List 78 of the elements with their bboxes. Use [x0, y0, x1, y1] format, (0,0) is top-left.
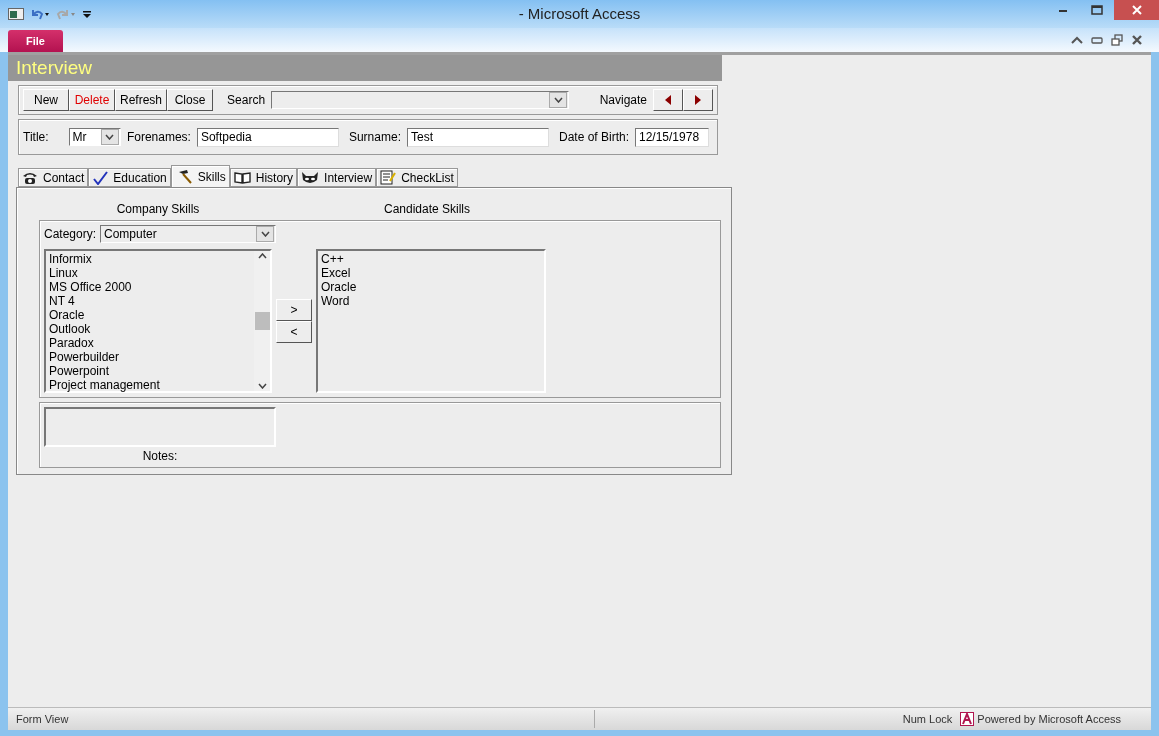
list-item[interactable]: Paradox: [49, 336, 251, 350]
access-logo-icon: [960, 712, 975, 726]
customize-toolbar-icon[interactable]: [82, 8, 92, 20]
text-field[interactable]: Test: [406, 127, 549, 147]
form-tab[interactable]: CheckList: [376, 168, 458, 187]
list-item[interactable]: Outlook: [49, 322, 251, 336]
window-title: - Microsoft Access: [518, 5, 641, 22]
list-item[interactable]: Powerbuilder: [49, 350, 251, 364]
num-lock-status: Num Lock: [901, 713, 954, 725]
next-button[interactable]: [683, 89, 713, 111]
cat-mask-icon: [301, 170, 320, 185]
list-item[interactable]: MS Office 2000: [49, 280, 251, 294]
minimize-icon[interactable]: [1091, 36, 1103, 44]
form-tab[interactable]: Contact: [18, 168, 89, 187]
navigate-label: Navigate: [599, 93, 647, 107]
powered-by-text: Powered by Microsoft Access: [976, 713, 1122, 725]
form-tab[interactable]: Interview: [297, 168, 377, 187]
notes-label: Notes:: [141, 449, 179, 463]
book-icon: [233, 171, 251, 184]
category-label: Category:: [44, 227, 97, 241]
list-item[interactable]: Excel: [321, 266, 541, 280]
toolbar-button[interactable]: Close: [167, 89, 214, 111]
field-label: Forenames:: [126, 130, 191, 144]
left-arrow-icon: [665, 95, 671, 105]
move-button[interactable]: <: [276, 321, 312, 343]
restore-icon[interactable]: [1111, 34, 1123, 46]
app-icon[interactable]: [8, 8, 24, 20]
list-item[interactable]: Linux: [49, 266, 251, 280]
list-item[interactable]: Informix: [49, 252, 251, 266]
field-label: Date of Birth:: [558, 130, 629, 144]
list-item[interactable]: Project management: [49, 378, 251, 392]
text-field[interactable]: Softpedia: [196, 127, 339, 147]
search-field[interactable]: [271, 91, 570, 109]
candidate-skills-list[interactable]: C++ Excel Oracle Word: [316, 249, 546, 393]
caret-icon: [257, 383, 267, 389]
telephone-icon: [22, 170, 38, 185]
scroll-thumb[interactable]: [254, 312, 270, 330]
close-icon: [1131, 5, 1142, 15]
search-label: Search: [227, 93, 266, 107]
list-item[interactable]: NT 4: [49, 294, 251, 308]
field-label: Title:: [23, 130, 49, 144]
company-skills-heading: Company Skills: [115, 202, 201, 216]
notes-field[interactable]: [44, 407, 276, 447]
close-icon[interactable]: [1131, 34, 1143, 46]
caret-icon: [553, 97, 563, 103]
move-button[interactable]: >: [276, 299, 312, 321]
toolbar-button[interactable]: Delete: [69, 89, 115, 111]
list-item[interactable]: Word: [321, 294, 541, 308]
caret-icon: [260, 231, 270, 237]
collapse-ribbon-icon[interactable]: [1071, 36, 1083, 44]
right-arrow-icon: [695, 95, 701, 105]
list-item[interactable]: C++: [321, 252, 541, 266]
close-button[interactable]: [1114, 0, 1159, 20]
toolbar-button[interactable]: New: [23, 89, 69, 111]
field-label: Surname:: [348, 130, 401, 144]
form-tab[interactable]: Education: [88, 168, 171, 187]
text-field[interactable]: 12/15/1978: [635, 127, 709, 147]
spellcheck-icon: [92, 170, 109, 185]
list-item[interactable]: Powerpoint: [49, 364, 251, 378]
candidate-skills-heading: Candidate Skills: [382, 202, 471, 216]
list-item[interactable]: Oracle: [49, 308, 251, 322]
maximize-icon: [1091, 5, 1103, 15]
title-combo[interactable]: Mr: [68, 128, 121, 146]
undo-icon[interactable]: [30, 8, 50, 20]
list-item[interactable]: Oracle: [321, 280, 541, 294]
scrollbar[interactable]: [254, 251, 270, 391]
toolbar-button[interactable]: Refresh: [115, 89, 168, 111]
company-skills-list[interactable]: Informix Linux MS Office 2000 NT 4 Oracle Outlook Paradox Powerbuilder Powerpoint Project management: [44, 249, 272, 393]
caret-icon: [105, 134, 115, 140]
previous-button[interactable]: [653, 89, 683, 111]
notepad-icon: [380, 170, 397, 185]
form-tab[interactable]: History: [229, 168, 298, 187]
scroll-up-icon[interactable]: [257, 253, 267, 259]
view-status: Form View: [15, 713, 70, 725]
form-header: Interview: [8, 55, 722, 81]
form-tab[interactable]: Skills: [170, 165, 230, 187]
file-tab[interactable]: File: [8, 30, 63, 52]
category-combo[interactable]: Computer: [100, 225, 277, 243]
